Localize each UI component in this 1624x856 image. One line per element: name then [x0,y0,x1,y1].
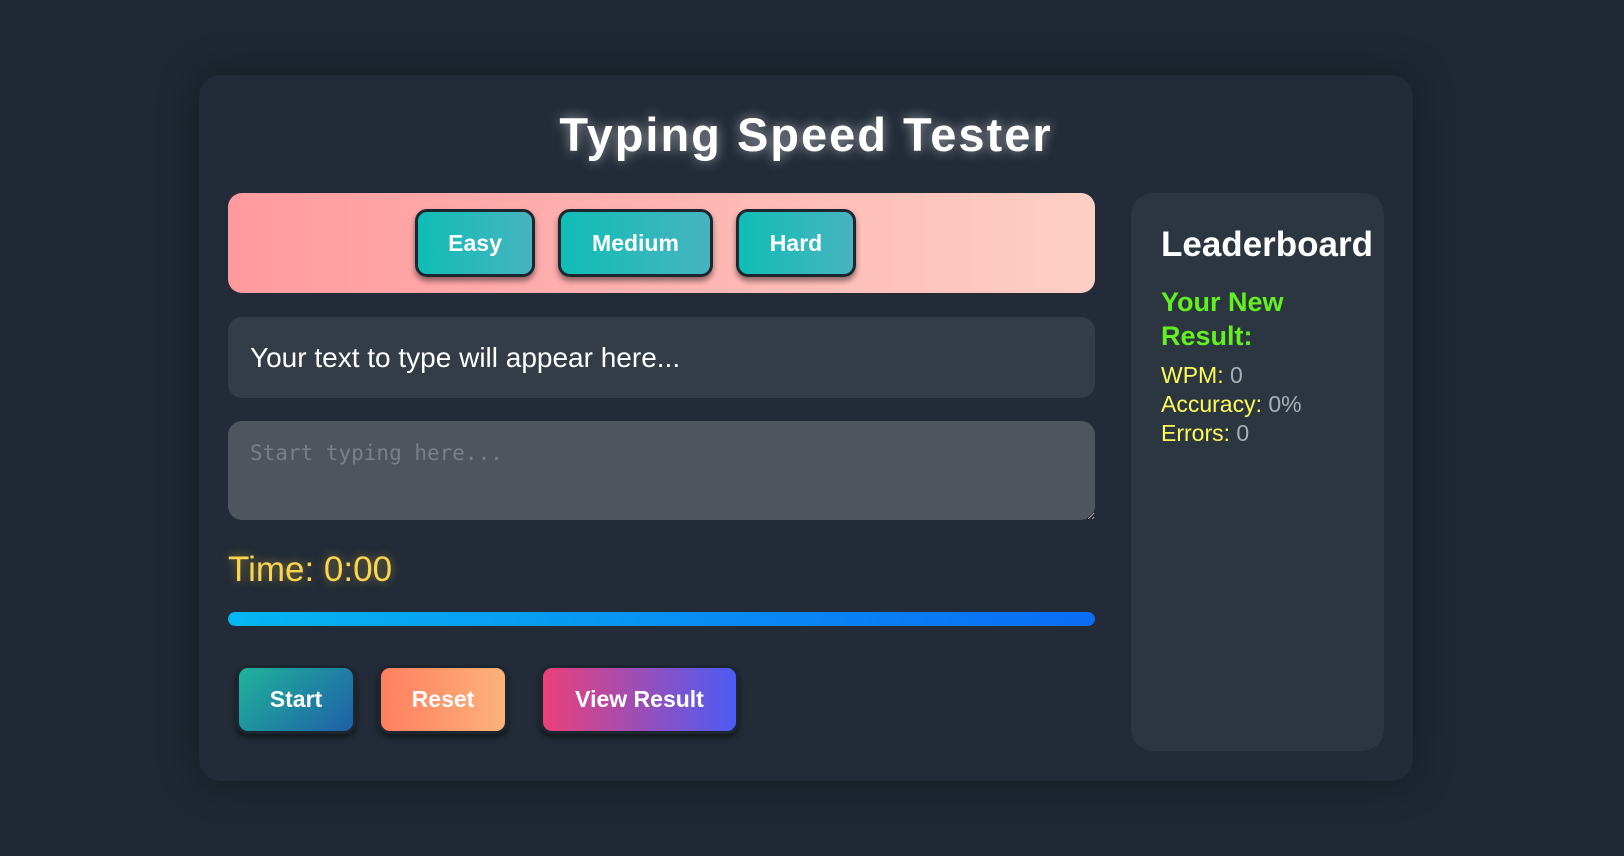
accuracy-value: 0% [1268,391,1302,417]
errors-stat: Errors: 0 [1161,419,1384,448]
progress-bar-fill [228,612,1095,626]
reset-button[interactable]: Reset [378,665,508,734]
errors-label: Errors: [1161,420,1230,446]
result-stats: WPM: 0 Accuracy: 0% Errors: 0 [1161,361,1384,448]
view-result-button[interactable]: View Result [540,665,739,734]
errors-value: 0 [1236,420,1250,446]
app-container: Typing Speed Tester Easy Medium Hard You… [199,75,1413,781]
easy-button[interactable]: Easy [415,209,535,277]
text-to-type-display: Your text to type will appear here... [228,317,1095,398]
wpm-value: 0 [1230,362,1243,388]
accuracy-stat: Accuracy: 0% [1161,390,1384,419]
action-buttons: Start Reset View Result [228,665,1095,734]
leaderboard-panel: Leaderboard Your New Result: WPM: 0 Accu… [1131,193,1384,751]
new-result-heading: Your New Result: [1161,287,1284,351]
wpm-stat: WPM: 0 [1161,361,1384,390]
main-panel: Easy Medium Hard Your text to type will … [228,193,1095,734]
medium-button[interactable]: Medium [558,209,713,277]
leaderboard-title: Leaderboard [1161,225,1373,264]
hard-button[interactable]: Hard [736,209,856,277]
page-title: Typing Speed Tester [559,108,1053,161]
start-button[interactable]: Start [236,665,356,734]
progress-bar [228,612,1095,626]
typing-input[interactable] [228,421,1095,520]
accuracy-label: Accuracy: [1161,391,1262,417]
timer-display: Time: 0:00 [228,550,393,589]
wpm-label: WPM: [1161,362,1224,388]
difficulty-selector: Easy Medium Hard [228,193,1095,293]
